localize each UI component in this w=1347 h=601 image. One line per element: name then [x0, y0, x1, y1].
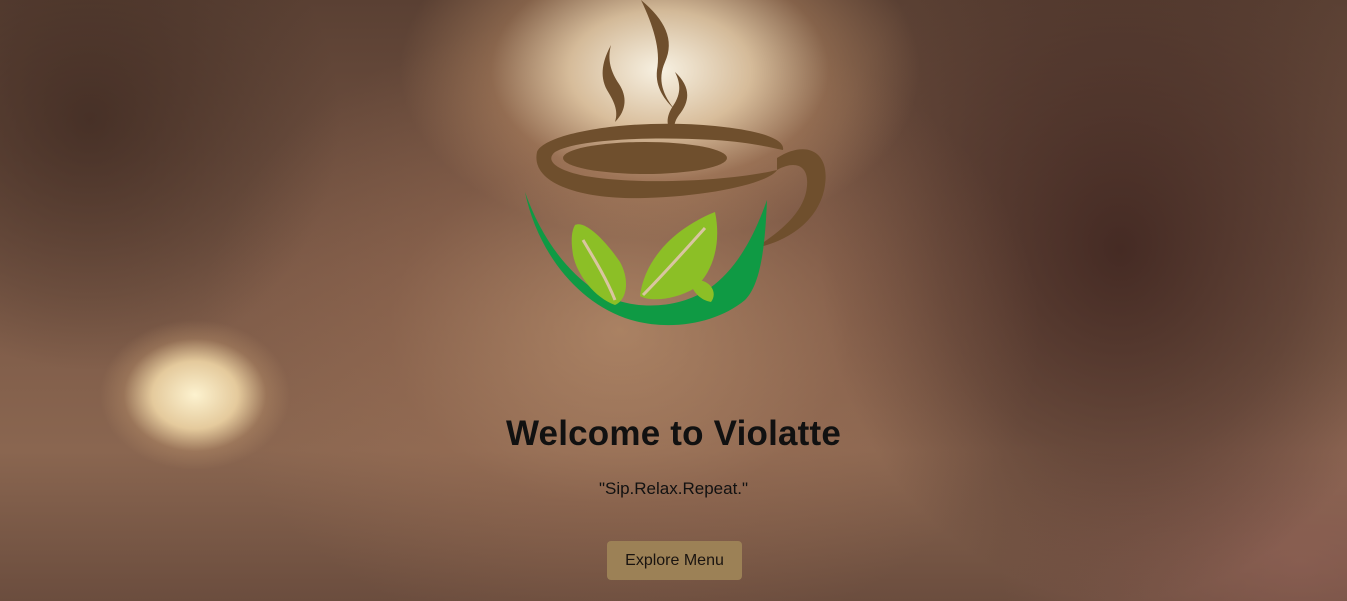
tagline-text: "Sip.Relax.Repeat.": [598, 479, 749, 498]
welcome-heading: Welcome to Violatte: [505, 414, 842, 453]
explore-menu-button[interactable]: Explore Menu: [607, 541, 742, 580]
coffee-cup-logo-icon: [525, 0, 826, 326]
